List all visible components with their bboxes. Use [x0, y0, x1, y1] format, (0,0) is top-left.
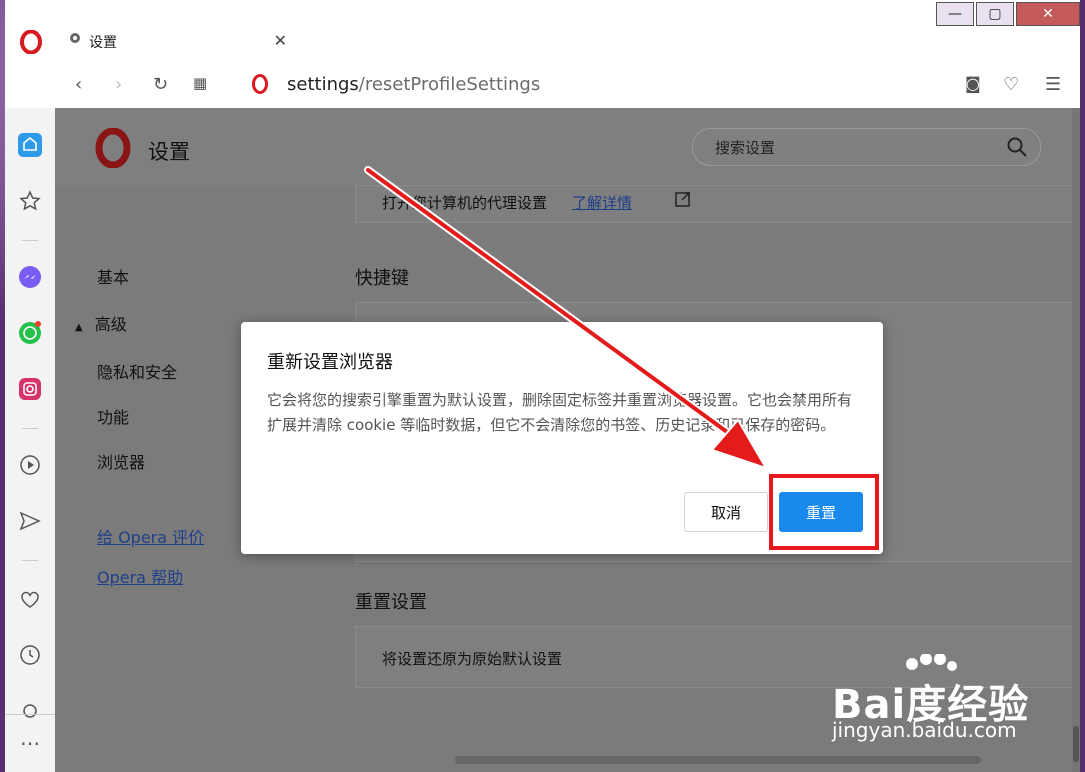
url-path: /resetProfileSettings: [358, 74, 541, 95]
cancel-button[interactable]: 取消: [684, 492, 768, 532]
page-title: 设置: [148, 140, 190, 164]
opera-logo-icon: [251, 73, 269, 99]
highlight-box: [769, 474, 879, 550]
url-host: settings: [287, 74, 359, 95]
gear-icon: [67, 30, 83, 50]
tab-title: 设置: [89, 35, 117, 51]
proxy-card: 打开您计算机的代理设置 了解详情: [355, 185, 1080, 223]
search-icon[interactable]: [1006, 136, 1028, 162]
scrollbar-thumb[interactable]: [1073, 726, 1079, 762]
nav-item-browser[interactable]: 浏览器: [97, 449, 145, 473]
forward-icon[interactable]: ›: [115, 74, 122, 95]
nav-item-advanced[interactable]: ▲ 高级: [75, 311, 127, 335]
dialog-title: 重新设置浏览器: [267, 352, 393, 373]
nav-item-features[interactable]: 功能: [97, 404, 129, 428]
divider: [22, 240, 38, 241]
settings-header: 设置: [55, 108, 1080, 186]
title-bar: 设置 ✕ +: [5, 0, 1080, 60]
new-tab-button[interactable]: +: [311, 26, 329, 51]
learn-more-link[interactable]: 了解详情: [572, 192, 632, 213]
rate-opera-link[interactable]: 给 Opera 评价: [97, 524, 204, 548]
toolbar: ‹ › ↻ ▦ settings/resetProfileSettings ◙ …: [55, 60, 1080, 108]
heart-icon[interactable]: [17, 586, 43, 612]
nav-item-advanced-label: 高级: [94, 315, 127, 334]
back-icon[interactable]: ‹: [75, 74, 82, 95]
reload-icon[interactable]: ↻: [153, 74, 168, 95]
watermark: Bai度经验 jingyan.baidu.com: [832, 654, 1032, 764]
extensions-icon[interactable]: [17, 698, 43, 724]
easy-setup-icon[interactable]: ☰: [1045, 74, 1061, 95]
reset-section-title: 重置设置: [355, 592, 427, 613]
more-icon[interactable]: ⋯: [17, 730, 43, 756]
divider: [22, 428, 38, 429]
opera-menu-icon[interactable]: [17, 28, 45, 56]
search-box[interactable]: [692, 128, 1041, 166]
maximize-button[interactable]: ▢: [976, 2, 1014, 26]
shortcuts-section-title: 快捷键: [355, 268, 409, 289]
messenger-icon[interactable]: [17, 264, 43, 290]
player-icon[interactable]: [17, 452, 43, 478]
window-controls: — ▢ ✕: [936, 2, 1080, 26]
star-icon[interactable]: [17, 188, 43, 214]
close-window-button[interactable]: ✕: [1016, 2, 1080, 26]
caret-up-icon: ▲: [75, 322, 83, 333]
camera-icon[interactable]: ◙: [965, 74, 981, 93]
divider: [5, 714, 55, 715]
proxy-text[interactable]: 打开您计算机的代理设置: [382, 192, 547, 213]
instagram-icon[interactable]: [17, 376, 43, 402]
whatsapp-icon[interactable]: [17, 320, 43, 346]
opera-logo-icon: [95, 127, 131, 172]
external-link-icon[interactable]: [674, 190, 692, 212]
address-bar[interactable]: settings/resetProfileSettings: [287, 74, 540, 95]
clock-icon[interactable]: [17, 642, 43, 668]
nav-item-privacy[interactable]: 隐私和安全: [97, 359, 177, 383]
search-input[interactable]: [713, 136, 997, 160]
opera-help-link[interactable]: Opera 帮助: [97, 564, 183, 588]
dialog-body: 它会将您的搜索引擎重置为默认设置，删除固定标签并重置浏览器设置。它也会禁用所有扩…: [267, 391, 853, 434]
close-icon[interactable]: ✕: [274, 31, 287, 50]
tab-settings[interactable]: 设置 ✕: [55, 20, 297, 60]
sidebar: ⋯: [5, 108, 56, 772]
watermark-url: jingyan.baidu.com: [832, 718, 1017, 742]
home-icon[interactable]: [17, 132, 43, 158]
heart-icon[interactable]: ♡: [1003, 74, 1019, 95]
divider: [22, 560, 38, 561]
minimize-button[interactable]: —: [936, 2, 974, 26]
nav-item-basic[interactable]: 基本: [97, 264, 129, 288]
vertical-scrollbar[interactable]: [1072, 108, 1080, 772]
send-icon[interactable]: [17, 508, 43, 534]
reset-item-text: 将设置还原为原始默认设置: [382, 650, 563, 668]
speed-dial-icon[interactable]: ▦: [193, 74, 207, 92]
